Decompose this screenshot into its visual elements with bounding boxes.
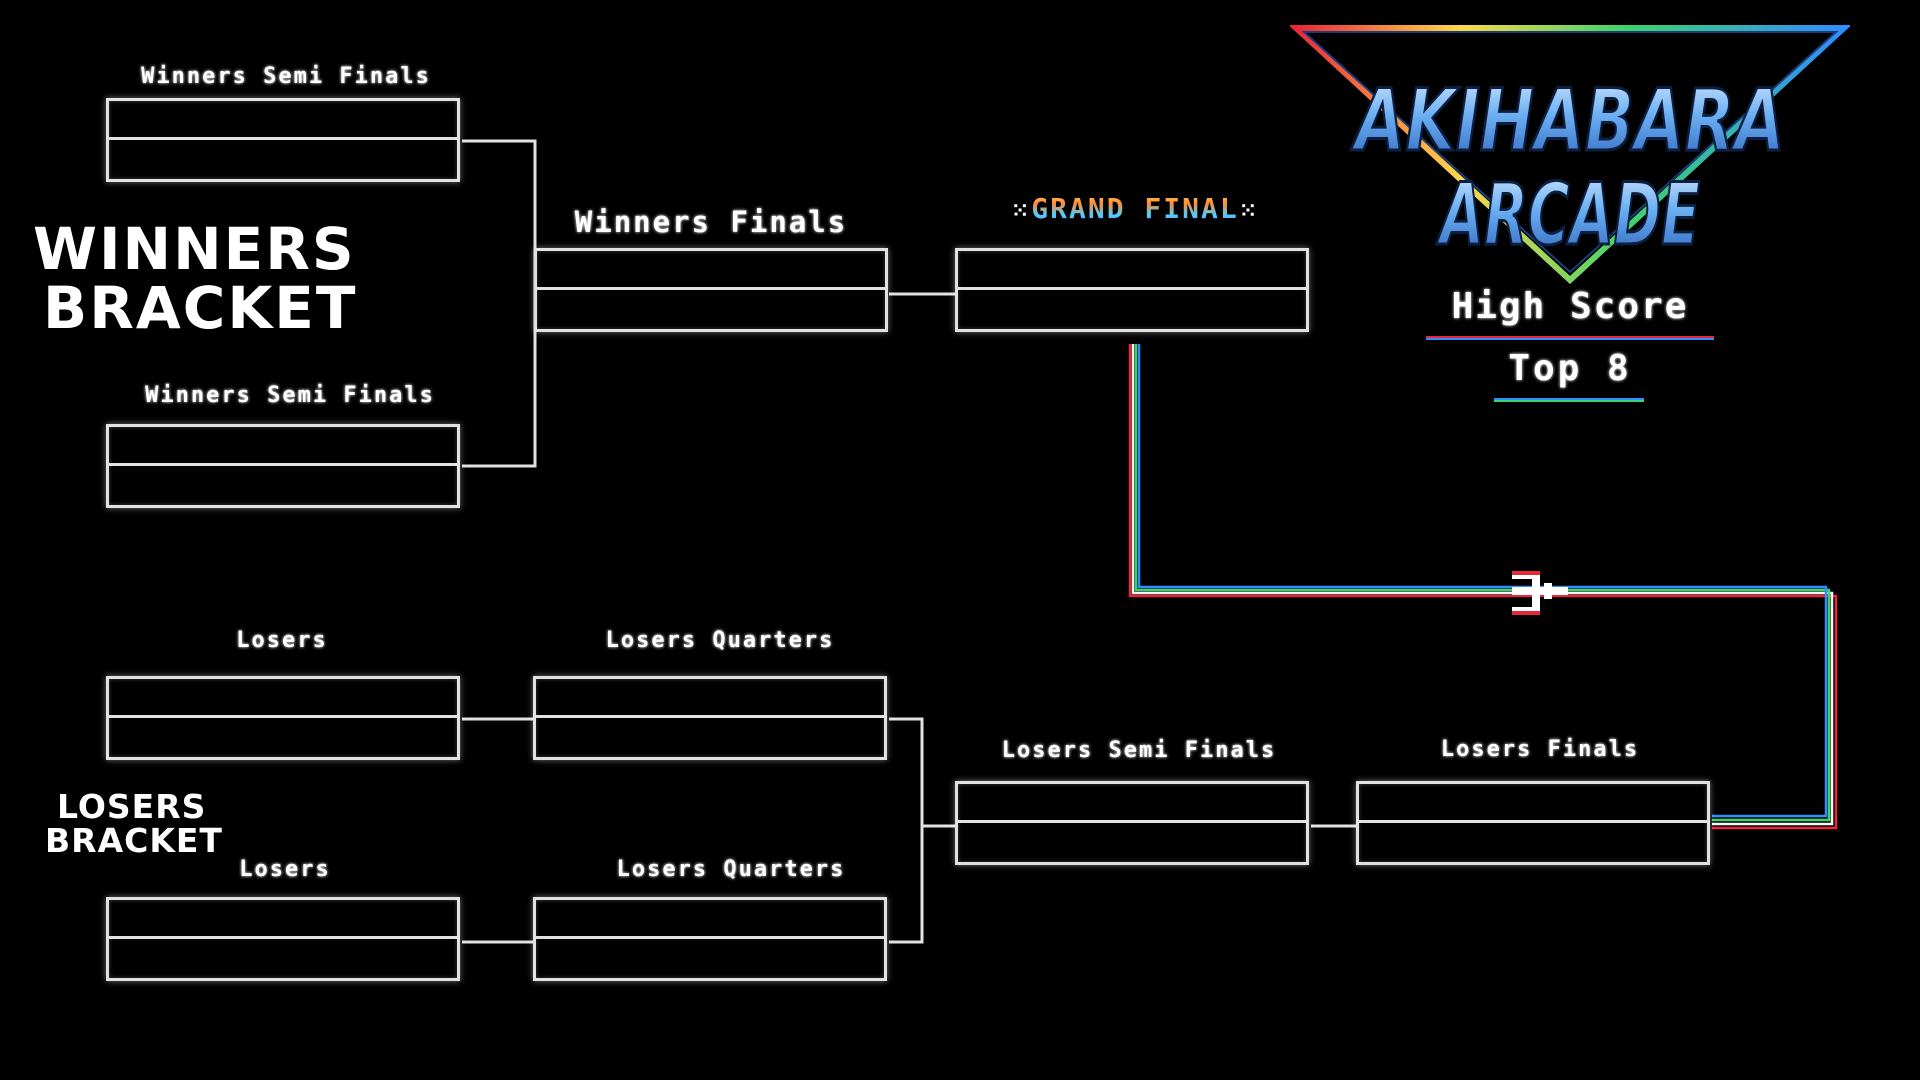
losers-1-label: Losers <box>236 628 328 653</box>
losers-quarters-1-match[interactable] <box>533 676 887 760</box>
grand-final-text: GRAND FINAL <box>1031 192 1239 225</box>
player-slot[interactable] <box>536 900 884 939</box>
event-subtitle: High Score <box>1451 286 1689 327</box>
losers-1-match[interactable] <box>106 676 460 760</box>
akihabara-arcade-logo: AKIHABARA ARCADE <box>1290 25 1850 285</box>
player-slot[interactable] <box>109 718 457 757</box>
player-slot[interactable] <box>537 251 885 290</box>
grand-final-match[interactable] <box>955 248 1309 332</box>
player-slot[interactable] <box>109 101 457 140</box>
grand-final-label: ⁙GRAND FINAL⁙ <box>985 192 1285 225</box>
losers-quarters-2-label: Losers Quarters <box>616 857 846 882</box>
pixel-ship-icon <box>1512 571 1568 615</box>
winners-finals-label: Winners Finals <box>574 205 848 239</box>
losers-title-line2: BRACKET <box>45 820 223 860</box>
player-slot[interactable] <box>109 427 457 466</box>
losers-2-label: Losers <box>239 857 331 882</box>
winners-finals-match[interactable] <box>534 248 888 332</box>
winners-semi-2-label: Winners Semi Finals <box>145 383 435 408</box>
player-slot[interactable] <box>109 140 457 179</box>
player-slot[interactable] <box>109 679 457 718</box>
winners-semi-1-label: Winners Semi Finals <box>141 64 431 89</box>
subtitle-underline <box>1426 336 1714 340</box>
player-slot[interactable] <box>958 290 1306 329</box>
winners-semi-1-match[interactable] <box>106 98 460 182</box>
losers-semi-label: Losers Semi Finals <box>1001 738 1277 763</box>
losers-semi-match[interactable] <box>955 781 1309 865</box>
player-slot[interactable] <box>109 900 457 939</box>
winners-bracket-title: WINNERS BRACKET <box>33 215 358 343</box>
sparkle-icon: ⁙ <box>1238 199 1260 224</box>
player-slot[interactable] <box>536 718 884 757</box>
player-slot[interactable] <box>958 251 1306 290</box>
logo-line1: AKIHABARA <box>1350 71 1785 171</box>
winners-semi-2-match[interactable] <box>106 424 460 508</box>
player-slot[interactable] <box>958 823 1306 862</box>
winners-title-line2: BRACKET <box>43 274 358 343</box>
sparkle-icon: ⁙ <box>1010 199 1032 224</box>
logo-line2: ARCADE <box>1436 165 1700 265</box>
player-slot[interactable] <box>537 290 885 329</box>
player-slot[interactable] <box>536 939 884 978</box>
player-slot[interactable] <box>109 939 457 978</box>
player-slot[interactable] <box>109 466 457 505</box>
player-slot[interactable] <box>536 679 884 718</box>
losers-finals-label: Losers Finals <box>1440 737 1640 762</box>
losers-quarters-1-label: Losers Quarters <box>605 628 835 653</box>
tagline-underline <box>1494 398 1644 402</box>
losers-quarters-2-match[interactable] <box>533 897 887 981</box>
losers-title-line1: LOSERS <box>57 787 207 826</box>
player-slot[interactable] <box>1359 784 1707 823</box>
winners-title-line1: WINNERS <box>33 215 356 283</box>
losers-bracket-title: LOSERS BRACKET <box>45 790 223 857</box>
player-slot[interactable] <box>1359 823 1707 862</box>
player-slot[interactable] <box>958 784 1306 823</box>
losers-2-match[interactable] <box>106 897 460 981</box>
losers-finals-match[interactable] <box>1356 781 1710 865</box>
event-tagline: Top 8 <box>1508 348 1632 389</box>
